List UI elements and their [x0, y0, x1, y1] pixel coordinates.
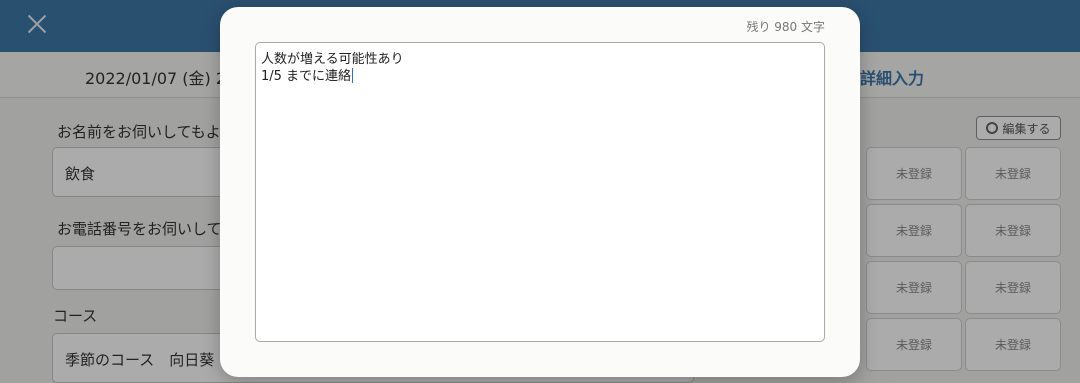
- memo-line: 人数が増える可能性あり: [261, 52, 404, 67]
- memo-line-with-caret: 1/5 までに連絡: [261, 68, 819, 85]
- text-cursor: [352, 68, 354, 83]
- remaining-characters: 残り 980 文字: [746, 20, 825, 34]
- memo-line: 1/5 までに連絡: [261, 69, 352, 84]
- memo-dialog: 残り 980 文字 人数が増える可能性あり 1/5 までに連絡: [220, 7, 860, 377]
- memo-textarea[interactable]: 人数が増える可能性あり 1/5 までに連絡: [255, 42, 825, 342]
